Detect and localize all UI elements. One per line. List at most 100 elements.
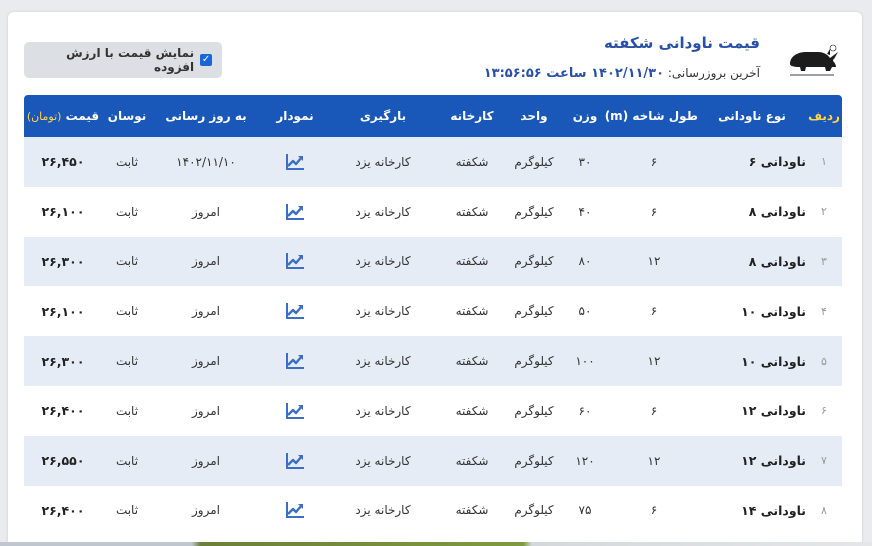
last-update-value: ۱۴۰۲/۱۱/۳۰ ساعت ۱۳:۵۶:۵۶ xyxy=(483,66,665,81)
row-number: ۴ xyxy=(821,304,827,318)
product-type[interactable]: ناودانی ۸ xyxy=(698,187,806,237)
row-number: ۳ xyxy=(821,254,827,268)
weight: ۸۰ xyxy=(578,254,592,269)
trend-chart-icon[interactable] xyxy=(285,203,305,221)
product-type[interactable]: ناودانی ۱۰ xyxy=(698,336,806,386)
product-type[interactable]: ناودانی ۱۲ xyxy=(698,436,806,486)
vat-checkbox[interactable]: ✓ xyxy=(200,54,212,66)
header-price-unit: (تومان) xyxy=(26,110,62,123)
trend-chart-icon[interactable] xyxy=(285,352,305,370)
product-type[interactable]: ناودانی ۶ xyxy=(698,137,806,187)
header-rownum: ردیف xyxy=(808,109,840,123)
row-number: ۲ xyxy=(821,205,827,219)
price-chart-button[interactable] xyxy=(260,486,330,536)
price-chart-button[interactable] xyxy=(260,386,330,436)
update-date: امروز xyxy=(192,453,220,468)
unit: کیلوگرم xyxy=(514,154,554,169)
trend-chart-icon[interactable] xyxy=(285,252,305,270)
last-update: آخرین بروزرسانی: ۱۴۰۲/۱۱/۳۰ ساعت ۱۳:۵۶:۵… xyxy=(484,66,760,81)
header-factory[interactable]: کارخانه xyxy=(436,95,508,137)
table-row[interactable]: ۳ ناودانی ۸ ۱۲ ۸۰ کیلوگرم شکفته کارخانه یزد امر… xyxy=(24,236,842,287)
header-length[interactable]: طول شاخه (m) xyxy=(605,95,698,137)
price: ۲۶,۳۰۰ xyxy=(41,353,85,369)
price-chart-button[interactable] xyxy=(260,286,330,336)
weight: ۶۰ xyxy=(578,403,592,418)
branch-length: ۶ xyxy=(650,154,658,169)
factory: شکفته xyxy=(455,354,489,369)
update-date: امروز xyxy=(192,403,220,418)
price: ۲۶,۱۰۰ xyxy=(41,204,85,220)
branch-length: ۶ xyxy=(650,204,658,219)
product-type[interactable]: ناودانی ۱۲ xyxy=(698,386,806,436)
header-weight[interactable]: وزن xyxy=(560,95,610,137)
header-price-label: قیمت xyxy=(65,109,100,123)
price-card: قیمت ناودانی شکفته آخرین بروزرسانی: ۱۴۰۲… xyxy=(8,12,862,546)
loading-location: کارخانه یزد xyxy=(355,304,411,319)
header-loading[interactable]: بارگیری xyxy=(330,95,436,137)
table-row[interactable]: ۶ ناودانی ۱۲ ۶ ۶۰ کیلوگرم شکفته کارخانه یزد امر… xyxy=(24,386,842,436)
weight: ۴۰ xyxy=(578,204,592,219)
trend-chart-icon[interactable] xyxy=(285,153,305,171)
loading-location: کارخانه یزد xyxy=(355,354,411,369)
unit: کیلوگرم xyxy=(514,304,554,319)
price: ۲۶,۳۰۰ xyxy=(41,253,85,269)
price-chart-button[interactable] xyxy=(260,436,330,486)
product-type[interactable]: ناودانی ۸ xyxy=(698,237,806,287)
fluctuation: ثابت xyxy=(115,503,139,518)
fluctuation: ثابت xyxy=(115,403,139,418)
table-row[interactable]: ۸ ناودانی ۱۴ ۶ ۷۵ کیلوگرم شکفته کارخانه یزد امر… xyxy=(24,486,842,536)
header-updated[interactable]: به روز رسانی xyxy=(152,95,260,137)
weight: ۵۰ xyxy=(578,304,592,319)
branch-length: ۱۲ xyxy=(647,453,661,468)
branch-length: ۶ xyxy=(650,304,658,319)
table-row[interactable]: ۴ ناودانی ۱۰ ۶ ۵۰ کیلوگرم شکفته کارخانه یزد امر… xyxy=(24,286,842,336)
row-number: ۶ xyxy=(821,404,827,418)
price-chart-button[interactable] xyxy=(260,137,330,187)
header-chart: نمودار xyxy=(276,109,314,123)
vat-price-toggle[interactable]: نمایش قیمت با ارزش افزوده ✓ xyxy=(24,42,222,78)
table-body: ۱ ناودانی ۶ ۶ ۳۰ کیلوگرم شکفته کارخانه یزد ۱۴۰۲… xyxy=(24,137,842,535)
loading-location: کارخانه یزد xyxy=(355,503,411,518)
branch-length: ۱۲ xyxy=(647,254,661,269)
product-type[interactable]: ناودانی ۱۰ xyxy=(698,286,806,336)
weight: ۷۵ xyxy=(578,503,592,518)
table-row[interactable]: ۷ ناودانی ۱۲ ۱۲ ۱۲۰ کیلوگرم شکفته کارخانه یزد ا… xyxy=(24,435,842,486)
factory: شکفته xyxy=(455,403,489,418)
branch-length: ۱۲ xyxy=(647,354,661,369)
table-row[interactable]: ۵ ناودانی ۱۰ ۱۲ ۱۰۰ کیلوگرم شکفته کارخانه یزد ا… xyxy=(24,336,842,386)
table-header-row: ردیف نوع ناودانی طول شاخه (m) وزن واحد ک… xyxy=(24,95,842,137)
loading-location: کارخانه یزد xyxy=(355,453,411,468)
unit: کیلوگرم xyxy=(514,354,554,369)
loading-location: کارخانه یزد xyxy=(355,254,411,269)
update-date: امروز xyxy=(192,254,220,269)
loading-location: کارخانه یزد xyxy=(355,204,411,219)
price-chart-button[interactable] xyxy=(260,237,330,287)
price: ۲۶,۴۰۰ xyxy=(41,502,85,518)
fluctuation: ثابت xyxy=(115,304,139,319)
row-number: ۷ xyxy=(821,454,827,468)
trend-chart-icon[interactable] xyxy=(285,402,305,420)
fluctuation: ثابت xyxy=(115,204,139,219)
loading-location: کارخانه یزد xyxy=(355,403,411,418)
loading-location: کارخانه یزد xyxy=(355,154,411,169)
trend-chart-icon[interactable] xyxy=(285,501,305,519)
price: ۲۶,۵۵۰ xyxy=(41,453,85,469)
weight: ۱۲۰ xyxy=(575,453,595,468)
product-type[interactable]: ناودانی ۱۴ xyxy=(698,486,806,536)
fluctuation: ثابت xyxy=(115,154,139,169)
fluctuation: ثابت xyxy=(115,354,139,369)
trend-chart-icon[interactable] xyxy=(285,452,305,470)
header-price[interactable]: قیمت (تومان) xyxy=(24,95,102,137)
header-type[interactable]: نوع ناودانی xyxy=(698,95,806,137)
unit: کیلوگرم xyxy=(514,204,554,219)
vat-toggle-label: نمایش قیمت با ارزش افزوده xyxy=(66,46,195,74)
price-chart-button[interactable] xyxy=(260,187,330,237)
price-chart-button[interactable] xyxy=(260,336,330,386)
fluctuation: ثابت xyxy=(115,453,139,468)
table-row[interactable]: ۲ ناودانی ۸ ۶ ۴۰ کیلوگرم شکفته کارخانه یزد امرو… xyxy=(24,187,842,237)
header-fluctuation[interactable]: نوسان xyxy=(102,95,152,137)
header-unit[interactable]: واحد xyxy=(508,95,560,137)
table-row[interactable]: ۱ ناودانی ۶ ۶ ۳۰ کیلوگرم شکفته کارخانه یزد ۱۴۰۲… xyxy=(24,137,842,187)
trend-chart-icon[interactable] xyxy=(285,302,305,320)
weight: ۱۰۰ xyxy=(575,354,595,369)
